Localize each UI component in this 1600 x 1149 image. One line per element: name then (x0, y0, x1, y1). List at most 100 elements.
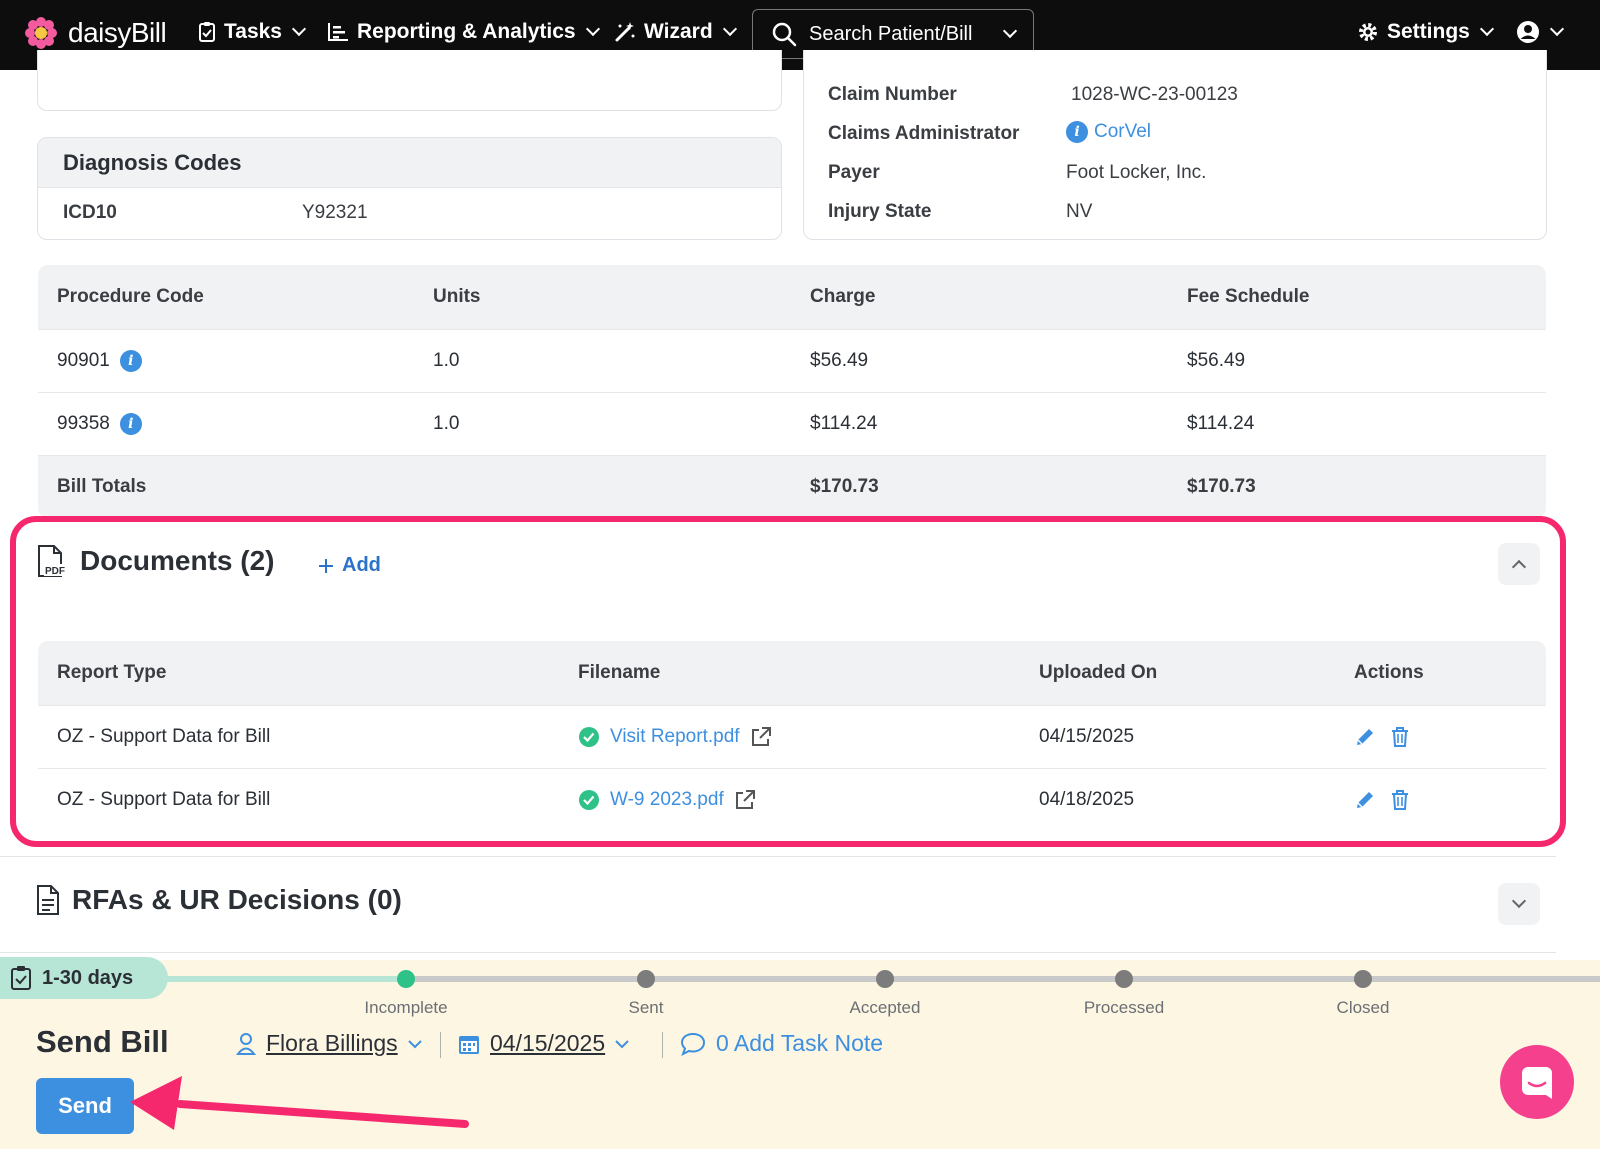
diagnosis-code: Y92321 (302, 202, 368, 223)
procedure-code: 99358 (57, 413, 110, 434)
col-fee-schedule: Fee Schedule (1187, 286, 1310, 307)
brand-logo[interactable]: daisyBill (24, 16, 167, 50)
step-closed-label: Closed (1336, 998, 1390, 1017)
step-accepted-label: Accepted (849, 998, 921, 1017)
user-icon (236, 1032, 256, 1055)
rfa-heading: RFAs & UR Decisions (0) (36, 884, 402, 916)
charge-cell: $56.49 (810, 350, 869, 371)
days-badge: 1-30 days (0, 957, 168, 999)
patient-card-partial (37, 50, 782, 111)
assignee-name: Flora Billings (266, 1030, 398, 1056)
step-incomplete-label: Incomplete (364, 998, 448, 1017)
info-icon[interactable]: i (119, 350, 142, 372)
bill-workflow-panel: 1-30 days Incomplete Sent Accepted Proce… (0, 957, 1600, 1149)
chart-icon (328, 23, 348, 41)
col-units: Units (433, 286, 481, 307)
chevron-down-icon (615, 1039, 629, 1048)
add-task-note-button[interactable]: 0 Add Task Note (680, 1030, 883, 1057)
step-sent-dot (637, 970, 655, 988)
procedure-code-cell: 99358 i (57, 413, 142, 435)
assignee-select[interactable]: Flora Billings (236, 1030, 422, 1057)
claims-admin-label: Claims Administrator (828, 123, 1020, 144)
injury-state-value: NV (1066, 201, 1093, 222)
chevron-down-icon (1479, 21, 1494, 37)
procedure-code-cell: 90901 i (57, 350, 142, 372)
table-row: 90901 i 1.0 $56.49 $56.49 (38, 329, 1546, 392)
nav-wizard-label: Wizard (644, 20, 713, 43)
bill-totals-label: Bill Totals (57, 476, 147, 497)
task-note-label: 0 Add Task Note (716, 1030, 884, 1056)
claims-admin-value[interactable]: i CorVel (1066, 121, 1151, 143)
chevron-down-icon (1549, 21, 1565, 37)
clipboard-icon (199, 22, 215, 42)
nav-reporting-label: Reporting & Analytics (357, 20, 576, 43)
due-date: 04/15/2025 (490, 1030, 606, 1056)
fee-cell: $114.24 (1187, 413, 1255, 434)
gear-icon (1359, 23, 1377, 41)
chevron-down-icon (722, 21, 737, 37)
info-icon[interactable]: i (119, 413, 142, 435)
documents-highlight-annotation (10, 516, 1566, 847)
step-processed-dot (1115, 970, 1133, 988)
chevron-down-icon (1002, 23, 1018, 39)
brand-name: daisyBill (68, 17, 167, 48)
separator (440, 1032, 441, 1058)
chat-icon (1522, 1067, 1552, 1099)
step-closed-dot (1354, 970, 1372, 988)
step-incomplete-dot (397, 970, 415, 988)
step-processed-label: Processed (1083, 998, 1165, 1017)
search-icon (772, 22, 797, 47)
days-label: 1-30 days (42, 966, 134, 989)
claim-number-label: Claim Number (828, 84, 957, 105)
nav-settings[interactable]: Settings (1357, 20, 1494, 44)
arrow-annotation (130, 1076, 469, 1130)
separator (662, 1032, 663, 1058)
due-date-select[interactable]: 04/15/2025 (458, 1030, 629, 1057)
total-charge: $170.73 (810, 476, 879, 497)
comment-icon (680, 1032, 706, 1056)
rfa-expand-button[interactable] (1498, 883, 1540, 925)
chevron-down-icon (407, 1039, 422, 1048)
daisy-logo-icon (25, 17, 57, 49)
calendar-icon (459, 1035, 479, 1054)
send-bill-title: Send Bill (36, 1024, 169, 1059)
diagnosis-codes-title: Diagnosis Codes (38, 138, 781, 188)
claim-info-card: Claim Number 1028-WC-23-00123 Claims Adm… (803, 50, 1547, 240)
step-sent-label: Sent (628, 998, 664, 1017)
units-cell: 1.0 (433, 350, 460, 371)
user-avatar-icon (1517, 21, 1539, 43)
info-icon: i (1066, 121, 1088, 143)
claims-admin-link[interactable]: CorVel (1094, 121, 1151, 143)
rfa-title: RFAs & UR Decisions (0) (72, 884, 402, 915)
payer-value: Foot Locker, Inc. (1066, 162, 1207, 183)
chevron-down-icon (585, 21, 600, 37)
chat-support-button[interactable] (1500, 1045, 1574, 1119)
chevron-down-icon (291, 21, 307, 37)
payer-label: Payer (828, 162, 880, 183)
fee-cell: $56.49 (1187, 350, 1246, 371)
clipboard-check-icon (11, 966, 31, 990)
diagnosis-codes-card: Diagnosis Codes ICD10 Y92321 (37, 137, 782, 240)
search-placeholder: Search Patient/Bill (809, 22, 973, 45)
divider (0, 952, 1556, 953)
charge-cell: $114.24 (810, 413, 878, 434)
procedure-table-header: Procedure Code Units Charge Fee Schedule (38, 265, 1546, 329)
divider (0, 856, 1556, 857)
nav-settings-label: Settings (1387, 20, 1470, 43)
diagnosis-code-type: ICD10 (63, 202, 117, 223)
total-fee: $170.73 (1187, 476, 1256, 497)
table-row: 99358 i 1.0 $114.24 $114.24 (38, 392, 1546, 455)
units-cell: 1.0 (433, 413, 460, 434)
user-menu[interactable] (1516, 20, 1565, 44)
nav-tasks[interactable]: Tasks (198, 20, 307, 44)
chevron-down-icon (1511, 893, 1527, 909)
col-charge: Charge (810, 286, 876, 307)
procedure-table: Procedure Code Units Charge Fee Schedule… (38, 265, 1546, 518)
procedure-code: 90901 (57, 350, 110, 371)
col-procedure-code: Procedure Code (57, 286, 204, 307)
totals-row: Bill Totals $170.73 $170.73 (38, 455, 1546, 518)
claim-number-value: 1028-WC-23-00123 (1071, 84, 1238, 105)
nav-reporting[interactable]: Reporting & Analytics (327, 20, 600, 44)
injury-state-label: Injury State (828, 201, 932, 222)
nav-wizard[interactable]: Wizard (614, 20, 737, 44)
